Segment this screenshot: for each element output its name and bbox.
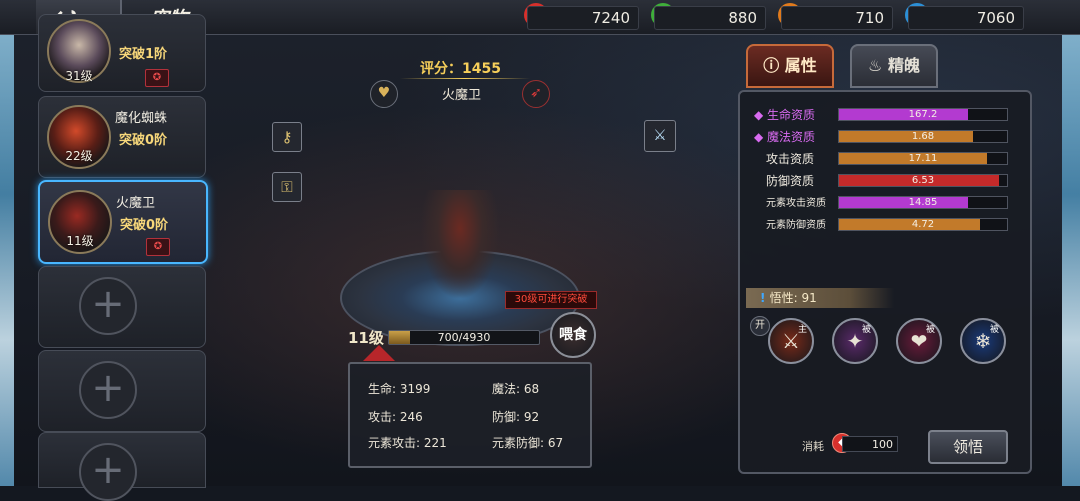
tab-soul[interactable]: ♨ 精魄 <box>850 44 938 88</box>
heart-outline-icon[interactable]: ♥ <box>370 80 398 108</box>
pet-card[interactable]: 31级 突破1阶 ✪ <box>38 14 206 92</box>
skill-type-tag: 被 <box>926 325 936 335</box>
breakthrough-tip: 30级可进行突破 <box>505 291 597 309</box>
tab-attribute[interactable]: ⓘ 属性 <box>746 44 834 88</box>
resource-value: 880 <box>728 9 757 27</box>
skill-type-tag: 主 <box>798 325 808 335</box>
ice-wall-right <box>1062 0 1080 486</box>
quality-bar: 17.11 <box>838 152 1008 165</box>
quality-bar: 4.72 <box>838 218 1008 231</box>
key-icon[interactable]: ⚷ <box>272 122 302 152</box>
quality-bar: 167.2 <box>838 108 1008 121</box>
quality-value: 17.11 <box>908 153 938 164</box>
quality-label: 元素攻击资质 <box>766 198 826 209</box>
flame-icon: ♨ <box>868 56 888 75</box>
tab-label: 属性 <box>784 56 817 75</box>
stat-hp: 生命: 3199 <box>368 382 431 396</box>
attribute-panel <box>738 90 1032 474</box>
quality-value: 6.53 <box>911 175 935 186</box>
exclamation-icon: ! <box>760 291 770 305</box>
stat-attack: 攻击: 246 <box>368 410 423 424</box>
exp-text: 700/4930 <box>437 331 491 344</box>
demon-badge-icon: ✪ <box>146 238 170 256</box>
attack-type-icon[interactable]: ➶ <box>522 80 550 108</box>
resource-value: 7060 <box>976 9 1015 27</box>
skill-type-tag: 被 <box>990 325 1000 335</box>
quality-label: ◆ 生命资质 <box>754 108 816 122</box>
quality-value: 4.72 <box>911 219 935 230</box>
pet-score: 评分：1455 <box>420 61 501 77</box>
quality-label: ◆ 魔法资质 <box>754 130 816 144</box>
pet-card[interactable]: 22级 魔化蜘蛛 突破0阶 <box>38 96 206 178</box>
stat-element-attack: 元素攻击: 221 <box>368 436 447 450</box>
resource-red-gem: 7240 <box>527 6 639 30</box>
stat-mp: 魔法: 68 <box>492 382 540 396</box>
quality-value: 14.85 <box>908 197 938 208</box>
pet-level: 22级 <box>65 149 93 163</box>
quality-label: 元素防御资质 <box>766 220 826 231</box>
empty-pet-slot[interactable]: + <box>38 266 206 348</box>
pet-title: 火魔卫 <box>442 88 482 103</box>
pet-level: 31级 <box>65 69 93 83</box>
stats-panel: 生命: 3199 魔法: 68 攻击: 246 防御: 92 元素攻击: 221… <box>348 362 592 468</box>
pet-name: 火魔卫 <box>116 196 156 211</box>
resource-value: 710 <box>855 9 884 27</box>
stat-element-defense: 元素防御: 67 <box>492 436 564 450</box>
resource-lightning: 710 <box>781 6 893 30</box>
resource-snowflake: 7060 <box>908 6 1024 30</box>
pet-stage: 突破1阶 <box>119 47 168 62</box>
pet-stage: 突破0阶 <box>119 133 168 148</box>
consume-value: 100 <box>842 436 898 452</box>
feed-button[interactable]: 喂食 <box>550 312 596 358</box>
pet-model <box>420 190 500 300</box>
info-icon: ⓘ <box>763 56 785 75</box>
quality-label: 攻击资质 <box>766 152 815 166</box>
resource-green-gem: 880 <box>654 6 766 30</box>
empty-pet-slot[interactable]: + <box>38 350 206 432</box>
plus-icon: + <box>79 277 137 335</box>
pet-name: 魔化蜘蛛 <box>115 111 168 126</box>
pet-card-selected[interactable]: 11级 火魔卫 突破0阶 ✪ <box>38 180 208 264</box>
quality-value: 167.2 <box>908 109 938 120</box>
comprehend-button[interactable]: 领悟 <box>928 430 1008 464</box>
expand-arrow-icon[interactable] <box>363 345 395 361</box>
resource-value: 7240 <box>591 9 630 27</box>
plus-icon: + <box>79 361 137 419</box>
plus-icon: + <box>79 443 137 501</box>
skill-type-tag: 被 <box>862 325 872 335</box>
ice-up-icon[interactable]: ❄ <box>960 318 1006 364</box>
consume-label: 消耗 <box>802 440 824 453</box>
tab-label: 精魄 <box>887 56 920 75</box>
quality-label: 防御资质 <box>766 174 815 188</box>
demon-badge-icon: ✪ <box>145 69 169 87</box>
pet-level: 11级 <box>66 234 94 248</box>
lock-icon[interactable]: ⚿ <box>272 172 302 202</box>
empty-pet-slot[interactable]: + <box>38 432 206 501</box>
skill-toggle[interactable]: 开 <box>750 316 770 336</box>
flame-slash-icon[interactable]: ✦ <box>832 318 878 364</box>
exp-bar: 700/4930 <box>388 330 540 345</box>
score-divider <box>400 78 530 79</box>
flame-warrior-icon[interactable]: ⚔ <box>768 318 814 364</box>
comprehension-value: 悟性: 91 <box>769 291 817 305</box>
quality-bar: 6.53 <box>838 174 1008 187</box>
comprehension-label: ! 悟性: 91 <box>746 288 894 308</box>
heart-icon[interactable]: ❤ <box>896 318 942 364</box>
stat-defense: 防御: 92 <box>492 410 540 424</box>
quality-bar: 1.68 <box>838 130 1008 143</box>
sword-icon[interactable]: ⚔ <box>644 120 676 152</box>
pet-stage: 突破0阶 <box>120 218 169 233</box>
quality-bar: 14.85 <box>838 196 1008 209</box>
ice-wall-left <box>0 0 14 486</box>
quality-value: 1.68 <box>911 131 935 142</box>
